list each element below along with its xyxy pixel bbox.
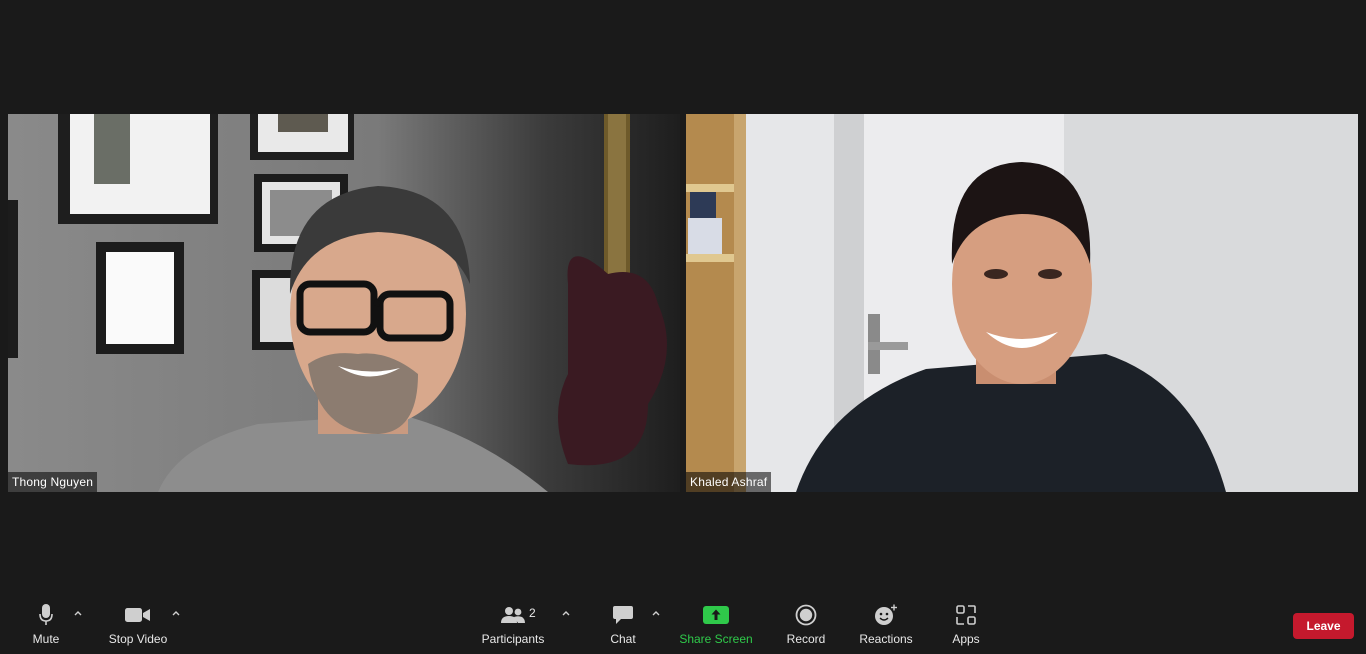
- participants-count: 2: [529, 606, 536, 620]
- caret-up-icon: [652, 611, 660, 616]
- participants-button[interactable]: Participants: [480, 602, 546, 650]
- apps-button[interactable]: Apps: [949, 602, 983, 650]
- video-tile-thong-nguyen[interactable]: Thong Nguyen: [8, 114, 680, 492]
- stop-video-label: Stop Video: [108, 632, 168, 646]
- microphone-icon: [39, 602, 53, 628]
- share-screen-label: Share Screen: [679, 632, 753, 646]
- chat-options-caret[interactable]: [649, 606, 663, 620]
- share-screen-icon: [703, 602, 729, 628]
- apps-icon: [956, 602, 976, 628]
- participant-name-label: Khaled Ashraf: [686, 472, 772, 492]
- record-icon: [795, 602, 817, 628]
- participant-video-feed: [686, 114, 1358, 492]
- video-options-caret[interactable]: [169, 606, 183, 620]
- video-tile-khaled-ashraf[interactable]: Khaled Ashraf: [686, 114, 1358, 492]
- record-label: Record: [786, 632, 826, 646]
- record-button[interactable]: Record: [785, 602, 827, 650]
- audio-options-caret[interactable]: [71, 606, 85, 620]
- chat-label: Chat: [610, 632, 636, 646]
- participants-options-caret[interactable]: [559, 606, 573, 620]
- reactions-icon: [874, 602, 898, 628]
- share-screen-button[interactable]: Share Screen: [679, 602, 753, 650]
- mute-button[interactable]: Mute: [28, 602, 64, 650]
- caret-up-icon: [172, 611, 180, 616]
- apps-label: Apps: [952, 632, 980, 646]
- meeting-toolbar: Mute Stop Video Participants 2 Chat Shar…: [0, 594, 1366, 654]
- caret-up-icon: [74, 611, 82, 616]
- video-camera-icon: [125, 602, 151, 628]
- leave-button[interactable]: Leave: [1293, 613, 1354, 639]
- caret-up-icon: [562, 611, 570, 616]
- chat-bubble-icon: [612, 602, 634, 628]
- reactions-label: Reactions: [859, 632, 913, 646]
- stop-video-button[interactable]: Stop Video: [106, 602, 170, 650]
- meeting-window: Thong Nguyen Khaled Ashraf Mute Stop Vid…: [0, 0, 1366, 654]
- participants-icon: [500, 602, 526, 628]
- participants-label: Participants: [481, 632, 545, 646]
- chat-button[interactable]: Chat: [606, 602, 640, 650]
- participant-name-label: Thong Nguyen: [8, 472, 98, 492]
- reactions-button[interactable]: Reactions: [857, 602, 915, 650]
- participant-video-feed: [8, 114, 680, 492]
- mute-label: Mute: [32, 632, 60, 646]
